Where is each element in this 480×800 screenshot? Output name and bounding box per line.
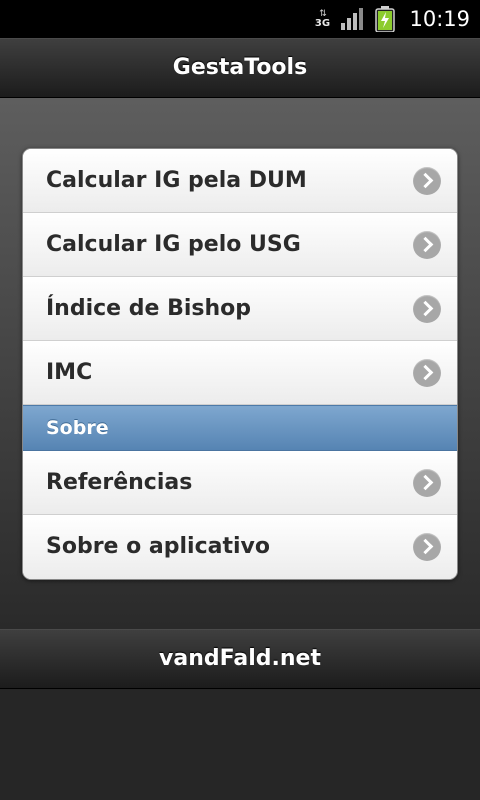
menu-item-label: Sobre o aplicativo [46, 534, 270, 559]
menu-item-label: Calcular IG pelo USG [46, 232, 301, 257]
bottom-background [0, 689, 480, 800]
network-type-label: 3G [314, 17, 331, 29]
battery-charging-icon [375, 6, 396, 32]
chevron-right-icon [413, 359, 441, 387]
menu-item-sobre-aplicativo[interactable]: Sobre o aplicativo [23, 515, 457, 579]
menu-item-referencias[interactable]: Referências [23, 451, 457, 515]
network-3g-icon: ⇅ 3G [313, 6, 331, 32]
chevron-right-icon [413, 533, 441, 561]
menu-item-label: Índice de Bishop [46, 296, 252, 321]
chevron-right-icon [413, 167, 441, 195]
chevron-right-icon [413, 295, 441, 323]
page-title: GestaTools [172, 55, 308, 80]
status-icons: ⇅ 3G 10:19 [313, 0, 470, 38]
status-time: 10:19 [409, 7, 470, 31]
list-divider-label: Sobre [46, 417, 109, 439]
signal-bars-icon [341, 8, 364, 30]
menu-list: Calcular IG pela DUM Calcular IG pelo US… [22, 148, 458, 580]
footer-text: vandFald.net [159, 646, 321, 671]
menu-item-label: IMC [46, 360, 93, 385]
list-divider-sobre: Sobre [23, 405, 457, 451]
chevron-right-icon [413, 231, 441, 259]
status-bar: ⇅ 3G 10:19 [0, 0, 480, 38]
menu-item-calcular-ig-usg[interactable]: Calcular IG pelo USG [23, 213, 457, 277]
menu-item-indice-bishop[interactable]: Índice de Bishop [23, 277, 457, 341]
main-content: Calcular IG pela DUM Calcular IG pelo US… [0, 98, 480, 629]
app-header: GestaTools [0, 38, 480, 98]
menu-item-label: Referências [46, 470, 193, 495]
menu-item-calcular-ig-dum[interactable]: Calcular IG pela DUM [23, 149, 457, 213]
chevron-right-icon [413, 469, 441, 497]
menu-item-imc[interactable]: IMC [23, 341, 457, 405]
menu-item-label: Calcular IG pela DUM [46, 168, 307, 193]
app-footer: vandFald.net [0, 629, 480, 689]
